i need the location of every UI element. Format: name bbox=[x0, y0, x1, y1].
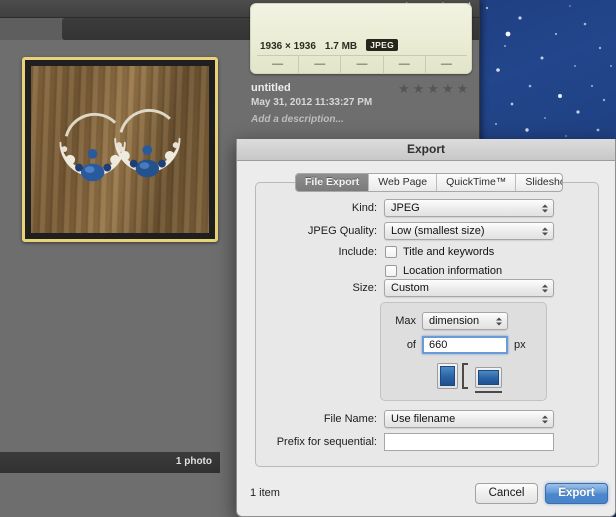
kind-row: Kind: JPEG bbox=[277, 199, 587, 217]
title-keywords-label: Title and keywords bbox=[403, 246, 495, 258]
stepper-arrows-icon bbox=[495, 315, 502, 328]
photo-dimensions: 1936 × 1936 bbox=[260, 41, 316, 52]
tab-file-export[interactable]: File Export bbox=[296, 174, 370, 191]
stepper-arrows-icon bbox=[541, 413, 548, 426]
landscape-screen-icon bbox=[478, 370, 499, 385]
landscape-orientation-button[interactable] bbox=[475, 367, 502, 388]
location-row: Location information bbox=[385, 265, 502, 277]
file-name-row: File Name: Use filename bbox=[277, 410, 587, 428]
jpeg-quality-row: JPEG Quality: Low (smallest size) bbox=[277, 222, 587, 240]
include-title-keywords-checkbox-group[interactable]: Title and keywords bbox=[385, 246, 494, 258]
prefix-row: Prefix for sequential: bbox=[257, 433, 587, 451]
portrait-stand-icon bbox=[462, 363, 464, 389]
stat-cell: — bbox=[440, 58, 452, 70]
include-row: Include: Title and keywords bbox=[277, 246, 587, 258]
stat-cell: — bbox=[384, 56, 426, 73]
kind-label: Kind: bbox=[351, 202, 377, 214]
include-location-checkbox-group[interactable]: Location information bbox=[385, 265, 502, 277]
jpeg-quality-select-value: Low (smallest size) bbox=[391, 225, 485, 237]
cancel-button[interactable]: Cancel bbox=[475, 483, 538, 504]
size-options-group: Max dimension of px bbox=[380, 302, 547, 401]
export-tab-bar: File Export Web Page QuickTime™ Slidesho… bbox=[295, 173, 563, 192]
dialog-titlebar: Export bbox=[237, 139, 615, 161]
location-information-label: Location information bbox=[403, 265, 503, 277]
photo-stats-row: — — — — — bbox=[257, 55, 467, 73]
photo-format-badge: JPEG bbox=[366, 39, 399, 51]
earrings-illustration bbox=[59, 108, 181, 182]
stepper-arrows-icon bbox=[541, 282, 548, 295]
selected-photo-thumbnail[interactable] bbox=[22, 57, 218, 242]
max-label: Max bbox=[395, 315, 416, 327]
size-select[interactable]: Custom bbox=[384, 279, 554, 297]
stat-cell: — bbox=[341, 56, 384, 73]
photo-metadata-row: 1936 × 1936 1.7 MB JPEG bbox=[260, 39, 399, 52]
file-name-select-value: Use filename bbox=[391, 413, 456, 425]
of-value-row: of px bbox=[388, 336, 526, 354]
tab-web-page[interactable]: Web Page bbox=[369, 174, 438, 191]
library-photo-count-label: 1 photo bbox=[175, 456, 212, 467]
portrait-stand-bottom-icon bbox=[462, 387, 468, 389]
kind-select[interactable]: JPEG bbox=[384, 199, 554, 217]
photo-rating-stars[interactable]: ★★★★★ bbox=[398, 81, 471, 97]
jpeg-quality-label: JPEG Quality: bbox=[307, 225, 377, 237]
photo-description-field[interactable]: Add a description... bbox=[251, 114, 344, 125]
prefix-input[interactable] bbox=[384, 433, 554, 451]
of-label: of bbox=[406, 339, 416, 351]
prefix-label: Prefix for sequential: bbox=[276, 436, 377, 448]
file-name-label: File Name: bbox=[323, 413, 377, 425]
title-keywords-checkbox[interactable] bbox=[385, 246, 397, 258]
jpeg-quality-select[interactable]: Low (smallest size) bbox=[384, 222, 554, 240]
max-dimension-select[interactable]: dimension bbox=[422, 312, 508, 330]
kind-select-value: JPEG bbox=[391, 202, 420, 214]
size-select-value: Custom bbox=[391, 282, 429, 294]
stat-cell: — bbox=[257, 56, 300, 73]
photo-image bbox=[31, 66, 209, 233]
tab-quicktime[interactable]: QuickTime™ bbox=[437, 174, 517, 191]
export-dialog: Export File Export Web Page QuickTime™ S… bbox=[236, 139, 616, 517]
portrait-stand-top-icon bbox=[462, 363, 468, 365]
photo-date-label: May 31, 2012 11:33:27 PM bbox=[251, 97, 373, 108]
max-dimension-input[interactable] bbox=[422, 336, 508, 354]
stepper-arrows-icon bbox=[541, 225, 548, 238]
photo-info-panel: 1936 × 1936 1.7 MB JPEG — — — — — bbox=[250, 3, 472, 74]
export-button[interactable]: Export bbox=[545, 483, 608, 504]
stat-cell: — bbox=[299, 56, 342, 73]
size-row: Size: Custom bbox=[277, 279, 587, 297]
dialog-title-label: Export bbox=[406, 142, 445, 156]
landscape-stand-icon bbox=[475, 391, 502, 393]
max-dimension-row: Max dimension bbox=[388, 312, 508, 330]
portrait-orientation-button[interactable] bbox=[437, 363, 458, 389]
px-label: px bbox=[514, 339, 526, 351]
size-label: Size: bbox=[352, 282, 377, 294]
photo-title-label[interactable]: untitled bbox=[251, 82, 291, 94]
tab-slideshow[interactable]: Slideshow bbox=[516, 174, 562, 191]
portrait-screen-icon bbox=[440, 366, 455, 386]
location-information-checkbox[interactable] bbox=[385, 265, 397, 277]
library-status-bar: 1 photo bbox=[0, 452, 220, 473]
photo-filesize: 1.7 MB bbox=[324, 41, 358, 52]
file-name-select[interactable]: Use filename bbox=[384, 410, 554, 428]
stepper-arrows-icon bbox=[541, 202, 548, 215]
item-count-label: 1 item bbox=[250, 487, 280, 499]
include-label: Include: bbox=[338, 246, 377, 258]
max-dimension-select-value: dimension bbox=[429, 315, 480, 327]
